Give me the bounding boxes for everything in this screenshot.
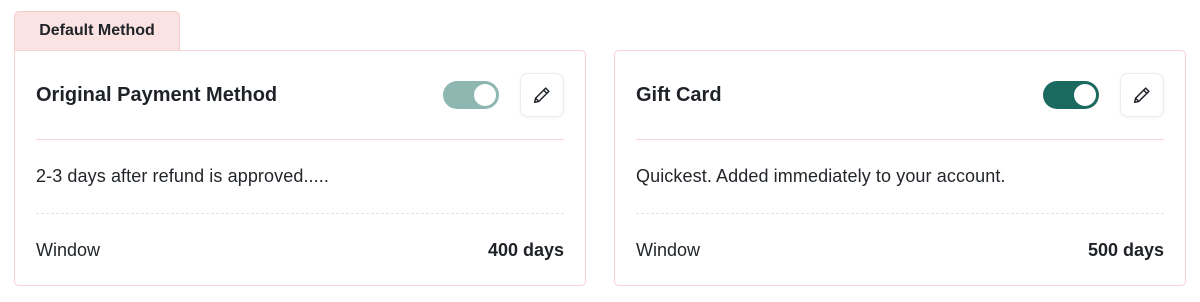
card-header: Original Payment Method — [36, 51, 564, 140]
edit-button[interactable] — [520, 73, 564, 117]
card-header: Gift Card — [636, 51, 1164, 140]
card-description: Quickest. Added immediately to your acco… — [636, 139, 1164, 214]
toggle-knob — [1074, 84, 1096, 106]
window-value: 400 days — [487, 239, 564, 260]
window-row: Window 400 days — [36, 214, 564, 286]
edit-button[interactable] — [1120, 73, 1164, 117]
pencil-icon — [533, 87, 550, 104]
pencil-icon — [1133, 87, 1150, 104]
default-method-tab: Default Method — [14, 11, 180, 50]
window-row: Window 500 days — [636, 214, 1164, 286]
card-description: 2-3 days after refund is approved..... — [36, 139, 564, 214]
method-toggle[interactable] — [443, 81, 499, 109]
card-title: Gift Card — [636, 83, 722, 106]
card-title: Original Payment Method — [36, 83, 278, 106]
toggle-knob — [474, 84, 496, 106]
window-label: Window — [636, 239, 701, 260]
method-toggle[interactable] — [1043, 81, 1099, 109]
window-label: Window — [36, 239, 101, 260]
refund-method-card-original-payment: Original Payment Method 2-3 days after r… — [14, 50, 586, 286]
refund-method-card-gift-card: Gift Card Quickest. Added immediately to… — [614, 50, 1186, 286]
window-value: 500 days — [1087, 239, 1164, 260]
